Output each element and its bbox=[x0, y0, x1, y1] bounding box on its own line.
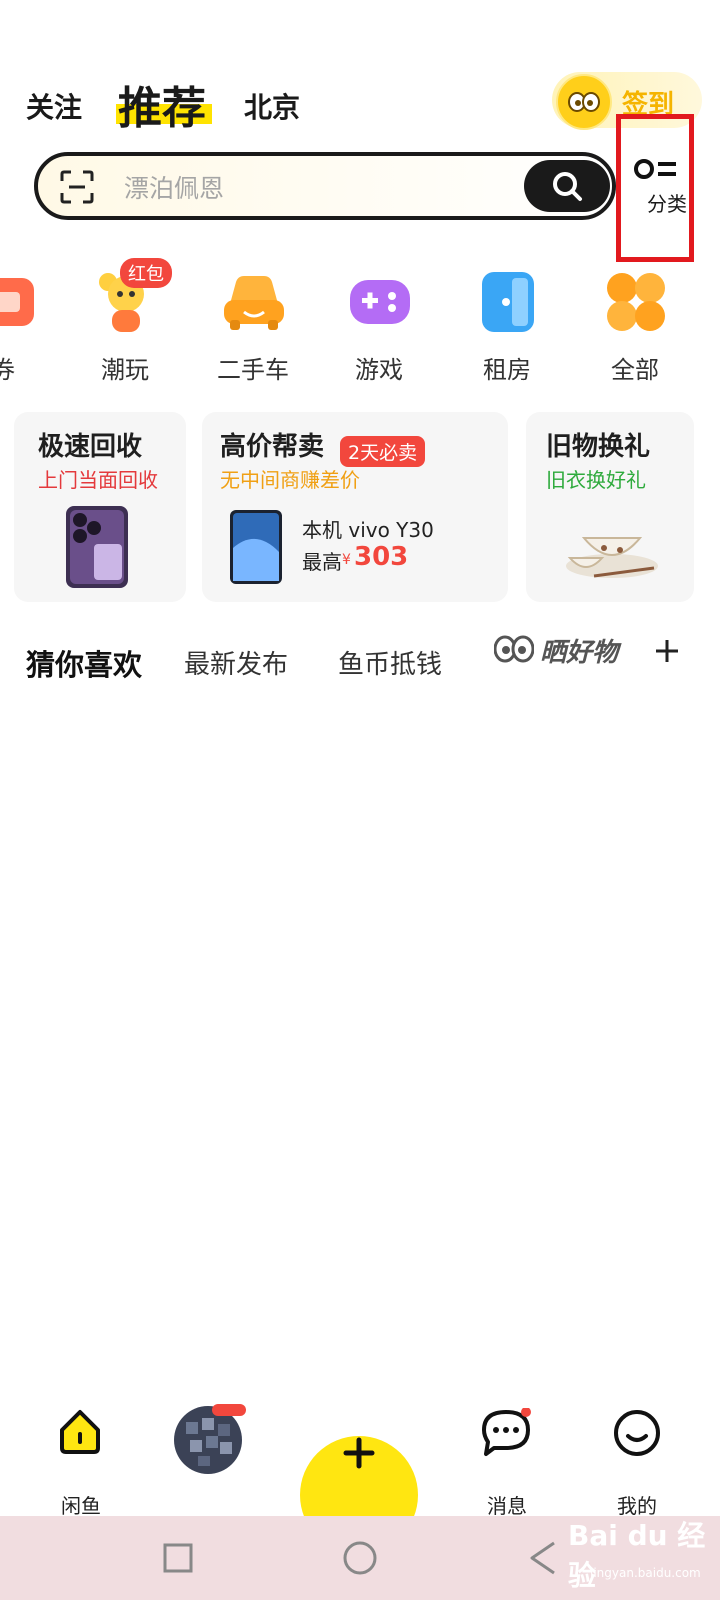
door-icon bbox=[482, 272, 534, 332]
coupon-icon bbox=[0, 278, 34, 326]
card-title: 高价帮卖 bbox=[220, 432, 325, 462]
profile-smile-icon bbox=[614, 1410, 660, 1456]
search-input[interactable] bbox=[122, 170, 506, 206]
sell-in-2-days-tag: 2天必卖 bbox=[340, 436, 426, 467]
card-title: 旧物换礼 bbox=[546, 432, 651, 462]
fish-eyes-icon bbox=[494, 635, 534, 663]
currency-symbol: ¥ bbox=[342, 552, 351, 568]
quick-entry-label: 二手车 bbox=[217, 356, 289, 384]
quick-entry-label: 券 bbox=[0, 356, 15, 384]
feed-tab-latest[interactable]: 最新发布 bbox=[184, 644, 288, 681]
scan-icon[interactable] bbox=[60, 170, 94, 204]
gamepad-icon bbox=[350, 280, 410, 324]
quick-entry-label: 潮玩 bbox=[101, 356, 149, 384]
red-packet-badge: 红包 bbox=[120, 258, 172, 288]
card-subtitle: 上门当面回收 bbox=[38, 468, 158, 492]
price-prefix: 最高 bbox=[302, 550, 342, 574]
feed-tab-guess-you-like[interactable]: 猜你喜欢 bbox=[26, 642, 142, 684]
nav-messages[interactable] bbox=[462, 1408, 552, 1486]
live-avatar-icon[interactable] bbox=[172, 1404, 246, 1474]
tableware-image bbox=[566, 537, 658, 578]
quick-entry-label: 全部 bbox=[611, 356, 659, 384]
card-fast-recycle[interactable]: 极速回收 上门当面回收 bbox=[14, 412, 186, 602]
search-button[interactable] bbox=[524, 160, 610, 212]
nav-messages-label: 消息 bbox=[487, 1494, 527, 1518]
card-subtitle: 无中间商赚差价 bbox=[220, 468, 360, 492]
nav-home[interactable] bbox=[36, 1408, 126, 1486]
max-price: 303 bbox=[354, 542, 409, 572]
plus-icon bbox=[343, 1437, 375, 1469]
recent-apps-icon[interactable] bbox=[162, 1542, 194, 1574]
back-arrow-icon[interactable] bbox=[528, 1540, 558, 1576]
watermark-brand: Bai du 经验 bbox=[568, 1519, 706, 1592]
product-name: 本机 vivo Y30 bbox=[302, 518, 434, 542]
message-icon bbox=[482, 1408, 531, 1456]
nav-mine[interactable] bbox=[592, 1408, 682, 1486]
feed-tab-fish-coin[interactable]: 鱼币抵钱 bbox=[338, 644, 442, 681]
watermark-url: jingyan.baidu.com bbox=[590, 1566, 701, 1580]
tab-recommend[interactable]: 推荐 bbox=[118, 72, 206, 136]
quick-entry-games[interactable]: 游戏 bbox=[324, 262, 434, 392]
all-grid-icon bbox=[607, 273, 665, 331]
car-icon bbox=[224, 276, 284, 330]
feed-tab-show-goods[interactable]: 晒好物 bbox=[540, 632, 618, 669]
card-title: 极速回收 bbox=[38, 432, 143, 462]
search-bar[interactable] bbox=[34, 152, 616, 220]
card-subtitle: 旧衣换好礼 bbox=[546, 468, 646, 492]
quick-entry-label: 租房 bbox=[483, 356, 531, 384]
search-icon bbox=[553, 172, 582, 201]
phone-image bbox=[66, 506, 128, 588]
coin-fish-icon bbox=[556, 74, 612, 130]
home-circle-icon[interactable] bbox=[342, 1540, 378, 1576]
vivo-phone-image bbox=[230, 510, 282, 584]
card-old-for-gift[interactable]: 旧物换礼 旧衣换好礼 bbox=[526, 412, 694, 602]
tab-city-beijing[interactable]: 北京 bbox=[244, 86, 300, 126]
quick-entry-used-car[interactable]: 二手车 bbox=[198, 262, 308, 392]
home-icon bbox=[60, 1410, 100, 1454]
quick-entry-all[interactable]: 全部 bbox=[580, 262, 690, 392]
add-tab-icon[interactable] bbox=[654, 638, 680, 664]
quick-entry-label: 游戏 bbox=[355, 356, 403, 384]
quick-entry-coupon[interactable]: 券 bbox=[0, 262, 58, 392]
annotation-highlight-box bbox=[616, 114, 694, 262]
quick-entry-rent[interactable]: 租房 bbox=[452, 262, 562, 392]
nav-home-label: 闲鱼 bbox=[61, 1494, 101, 1518]
tab-follow[interactable]: 关注 bbox=[26, 86, 82, 126]
